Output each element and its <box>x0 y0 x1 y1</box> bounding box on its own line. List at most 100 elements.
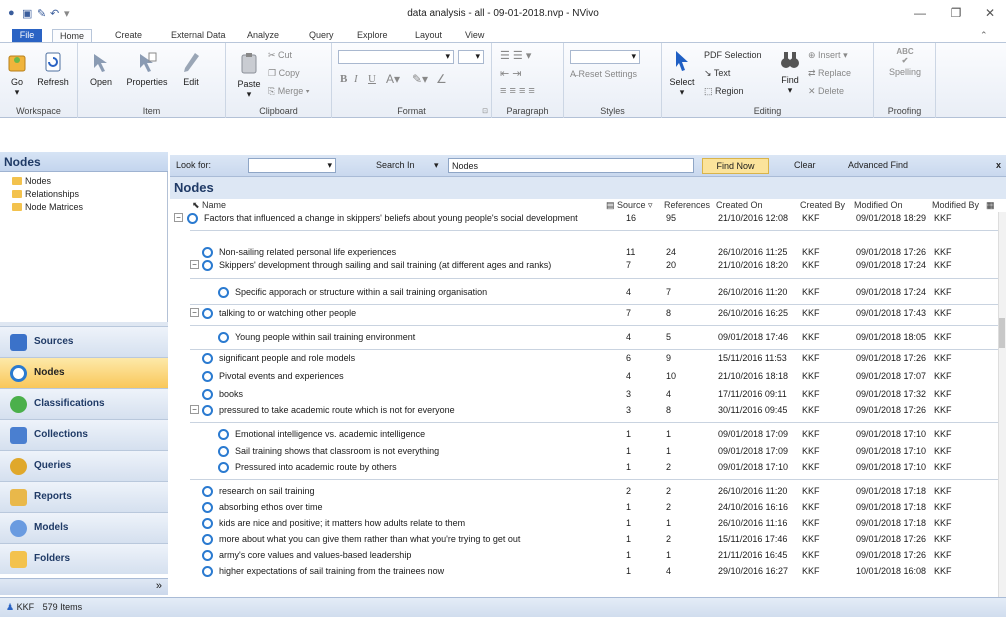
tab-analyze[interactable]: Analyze <box>240 29 286 42</box>
indent-icon[interactable]: ⇤ ⇥ <box>500 67 522 80</box>
tree-item-node-matrices[interactable]: Node Matrices <box>12 202 83 212</box>
clear-format-icon[interactable]: ∠ <box>436 72 447 86</box>
col-source[interactable]: ▤ Source ▿ <box>606 200 653 211</box>
underline-button[interactable]: U <box>368 73 376 85</box>
col-created-by[interactable]: Created By <box>800 200 845 210</box>
clear-button[interactable]: Clear <box>794 160 816 170</box>
reset-settings-button[interactable]: A̶ Reset Settings <box>570 69 637 79</box>
nav-folders[interactable]: Folders <box>0 543 168 574</box>
tab-query[interactable]: Query <box>302 29 341 42</box>
close-find-icon[interactable]: x <box>996 160 1001 170</box>
tree-item-nodes[interactable]: Nodes <box>12 176 51 186</box>
find-now-button[interactable]: Find Now <box>702 158 769 174</box>
table-row[interactable]: absorbing ethos over time 1 2 24/10/2016 16… <box>170 502 998 515</box>
table-row[interactable]: higher expectations of sail training fro… <box>170 566 998 579</box>
font-color-icon[interactable]: A▾ <box>386 72 400 86</box>
table-row[interactable]: − talking to or watching other people 7 8 26… <box>170 308 998 321</box>
nav-sources[interactable]: Sources <box>0 326 168 357</box>
minimize-button[interactable]: — <box>908 4 932 22</box>
nav-collections[interactable]: Collections <box>0 419 168 450</box>
tab-create[interactable]: Create <box>108 29 149 42</box>
text-button[interactable]: ↘ Text <box>704 68 730 79</box>
tab-file[interactable]: File <box>12 29 42 42</box>
tab-view[interactable]: View <box>458 29 491 42</box>
collapse-icon[interactable]: − <box>174 213 183 222</box>
refresh-button[interactable]: Refresh <box>36 51 70 87</box>
italic-button[interactable]: I <box>354 73 358 85</box>
table-row[interactable]: army's core values and values-based lead… <box>170 550 998 563</box>
pdf-selection-button[interactable]: PDF Selection <box>704 50 762 60</box>
tab-external-data[interactable]: External Data <box>164 29 233 42</box>
merge-button[interactable]: ⎘ Merge ▾ <box>268 86 310 97</box>
more-buttons-icon[interactable]: » <box>156 580 162 592</box>
table-row[interactable]: Non-sailing related personal life experi… <box>170 247 998 260</box>
table-row[interactable]: − pressured to take academic route which … <box>170 405 998 418</box>
table-row[interactable]: Emotional intelligence vs. academic inte… <box>170 429 998 442</box>
table-row[interactable]: − Factors that influenced a change in ski… <box>170 213 998 226</box>
align-icon[interactable]: ≡ ≡ ≡ ≡ <box>500 85 535 97</box>
row-source: 2 <box>626 486 632 496</box>
scope-field[interactable]: Nodes <box>448 158 694 173</box>
style-combo[interactable]: ▾ <box>570 50 640 64</box>
collapse-icon[interactable]: − <box>190 260 199 269</box>
go-button[interactable]: Go ▾ <box>6 51 28 98</box>
cut-button[interactable]: ✂ Cut <box>268 50 292 61</box>
table-row[interactable]: significant people and role models 6 9 15/1… <box>170 353 998 366</box>
nav-queries[interactable]: Queries <box>0 450 168 481</box>
col-name[interactable]: ⬉ Name <box>192 200 226 211</box>
spelling-button[interactable]: ABC ✔ Spelling <box>882 47 928 77</box>
column-chooser-icon[interactable]: ▦ <box>986 200 995 211</box>
nav-nodes[interactable]: Nodes <box>0 357 168 388</box>
select-button[interactable]: Select ▾ <box>668 49 696 98</box>
dialog-launcher-icon[interactable]: ⊡ <box>482 107 488 115</box>
table-row[interactable]: research on sail training 2 2 26/10/2016 11… <box>170 486 998 499</box>
region-button[interactable]: ⬚ Region <box>704 86 744 97</box>
scrollbar-thumb[interactable] <box>999 318 1005 348</box>
delete-button[interactable]: ✕ Delete <box>808 86 844 97</box>
table-row[interactable]: kids are nice and positive; it matters h… <box>170 518 998 531</box>
restore-button[interactable]: ❐ <box>944 4 968 22</box>
group-paragraph: ☰ ☰ ▾ ⇤ ⇥ ≡ ≡ ≡ ≡ Paragraph <box>492 43 564 118</box>
look-for-input[interactable]: ▾ <box>248 158 336 173</box>
edit-button[interactable]: Edit <box>178 51 204 87</box>
collapse-icon[interactable]: − <box>190 405 199 414</box>
close-button[interactable]: ✕ <box>978 4 1002 22</box>
paste-button[interactable]: Paste ▾ <box>236 51 262 100</box>
tab-layout[interactable]: Layout <box>408 29 449 42</box>
collapse-icon[interactable]: − <box>190 308 199 317</box>
col-modified-on[interactable]: Modified On <box>854 200 903 210</box>
table-row[interactable]: − Skippers' development through sailing a… <box>170 260 998 273</box>
copy-button[interactable]: ❐ Copy <box>268 68 300 79</box>
bullets-icon[interactable]: ☰ ☰ ▾ <box>500 49 531 62</box>
tab-home[interactable]: Home <box>52 29 93 42</box>
col-modified-by[interactable]: Modified By <box>932 200 979 210</box>
font-size-combo[interactable]: ▾ <box>458 50 484 64</box>
advanced-find-button[interactable]: Advanced Find <box>848 160 908 170</box>
replace-button[interactable]: ⇄ Replace <box>808 68 851 79</box>
nav-classifications[interactable]: Classifications <box>0 388 168 419</box>
find-button[interactable]: Find ▾ <box>778 49 802 96</box>
table-row[interactable]: Pivotal events and experiences 4 10 21/10/2… <box>170 371 998 384</box>
table-row[interactable]: books 3 4 17/11/2016 09:11 KKF 09/01/2018 17:… <box>170 389 998 402</box>
vertical-scrollbar[interactable] <box>998 212 1006 597</box>
font-name-combo[interactable]: ▾ <box>338 50 454 64</box>
insert-button[interactable]: ⊕ Insert ▾ <box>808 50 848 61</box>
search-in-dropdown-icon[interactable]: ▾ <box>434 160 439 171</box>
nav-reports[interactable]: Reports <box>0 481 168 512</box>
properties-button[interactable]: Properties <box>124 51 170 87</box>
nav-models[interactable]: Models <box>0 512 168 543</box>
col-created-on[interactable]: Created On <box>716 200 763 210</box>
col-references[interactable]: References <box>664 200 710 210</box>
open-button[interactable]: Open <box>88 51 114 87</box>
table-row[interactable]: Young people within sail training enviro… <box>170 332 998 345</box>
table-row[interactable]: Sail training shows that classroom is no… <box>170 446 998 459</box>
bold-button[interactable]: B <box>340 73 347 85</box>
table-row[interactable]: more about what you can give them rather… <box>170 534 998 547</box>
search-in-button[interactable]: Search In <box>376 160 415 170</box>
table-row[interactable]: Pressured into academic route by others 1… <box>170 462 998 475</box>
ribbon-collapse-icon[interactable]: ⌃ <box>980 30 988 41</box>
table-row[interactable]: Specific apporach or structure within a … <box>170 287 998 300</box>
tab-explore[interactable]: Explore <box>350 29 395 42</box>
highlight-icon[interactable]: ✎▾ <box>412 72 428 86</box>
tree-item-relationships[interactable]: Relationships <box>12 189 79 199</box>
